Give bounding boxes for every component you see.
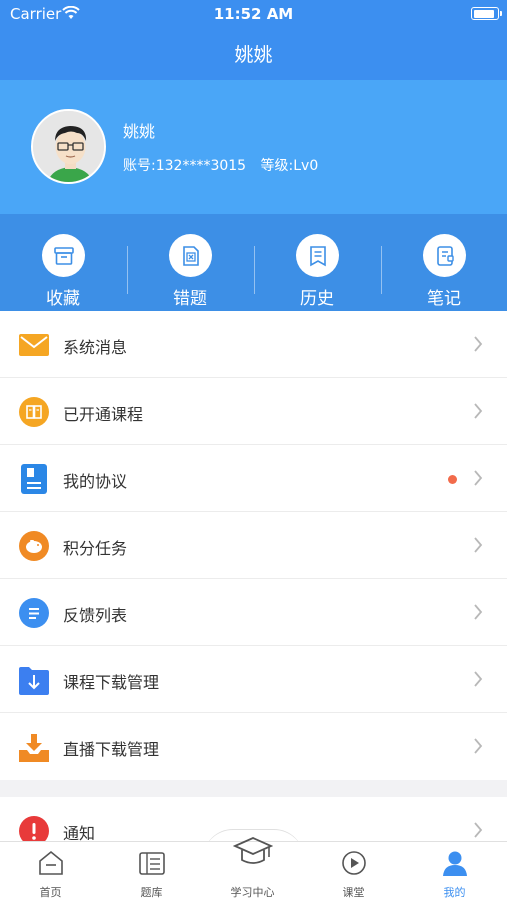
battery-icon [471,7,502,20]
play-icon [339,848,369,878]
download-folder-icon [19,665,49,695]
menu-item-points-tasks[interactable]: 积分任务 [0,512,507,579]
menu-label: 反馈列表 [63,606,128,625]
tab-question-bank[interactable]: 题库 [101,842,202,900]
clock: 11:52 AM [213,5,294,23]
history-icon [296,234,339,277]
account-number: 账号:132****3015 [123,158,247,174]
menu-item-my-agreements[interactable]: 我的协议 [0,445,507,512]
chevron-right-icon [473,536,483,558]
home-icon [36,848,66,878]
quick-label: 历史 [300,289,334,309]
user-level: 等级:Lv0 [260,158,319,174]
quick-label: 笔记 [427,289,461,309]
quick-label: 错题 [173,289,207,309]
menu-item-opened-courses[interactable]: 已开通课程 [0,378,507,445]
tab-label: 我的 [443,886,466,899]
status-bar: Carrier 11:52 AM [0,0,507,28]
menu-item-feedback-list[interactable]: 反馈列表 [0,579,507,646]
user-icon [440,848,470,878]
chevron-right-icon [473,737,483,759]
quick-label: 收藏 [46,289,80,309]
tab-label: 首页 [39,886,62,899]
mail-icon [19,330,49,360]
quick-actions-bar: 收藏 错题 历史 笔记 [0,214,507,311]
quick-wrong-questions[interactable]: 错题 [127,214,253,311]
quick-favorites[interactable]: 收藏 [0,214,126,311]
chevron-right-icon [473,469,483,491]
menu-item-course-downloads[interactable]: 课程下载管理 [0,646,507,713]
quick-notes[interactable]: 笔记 [381,214,507,311]
quick-history[interactable]: 历史 [254,214,380,311]
page-title: 姚姚 [234,44,273,66]
avatar[interactable] [31,109,106,184]
chevron-right-icon [473,402,483,424]
menu-label: 积分任务 [63,539,128,558]
profile-header[interactable]: 姚姚 账号:132****3015 等级:Lv0 [0,80,507,214]
tab-label: 题库 [140,886,163,899]
tab-learning-center[interactable]: 学习中心 [202,837,303,900]
tab-bar: 首页 题库 学习中心 课堂 我的 [0,837,507,900]
archive-icon [42,234,85,277]
piggy-bank-icon [19,531,49,561]
menu-label: 系统消息 [63,338,128,357]
notebook-icon [423,234,466,277]
chevron-right-icon [473,335,483,357]
menu-label: 已开通课程 [63,405,144,424]
download-tray-icon [19,732,49,762]
tab-classroom[interactable]: 课堂 [303,842,404,900]
book-icon [19,397,49,427]
settings-menu: 系统消息 已开通课程 我的协议 积分任务 反馈列表 课程下载管理 直播下载管理 [0,311,507,780]
menu-item-live-downloads[interactable]: 直播下载管理 [0,713,507,780]
menu-label: 直播下载管理 [63,740,160,759]
notification-dot [448,475,457,484]
wrong-question-icon [169,234,212,277]
chevron-right-icon [473,821,483,843]
tab-mine[interactable]: 我的 [404,842,505,900]
tab-home[interactable]: 首页 [0,842,101,900]
nav-bar: 姚姚 [0,28,507,80]
menu-label: 课程下载管理 [63,673,160,692]
menu-label: 我的协议 [63,472,128,491]
chevron-right-icon [473,603,483,625]
chevron-right-icon [473,670,483,692]
tab-label: 课堂 [342,886,365,899]
question-bank-icon [137,848,167,878]
username: 姚姚 [123,122,156,141]
tab-label: 学习中心 [230,886,275,899]
agreement-icon [19,464,49,494]
feedback-icon [19,598,49,628]
account-info: 账号:132****3015 等级:Lv0 [123,155,328,175]
graduation-cap-icon [232,832,274,872]
menu-item-system-messages[interactable]: 系统消息 [0,311,507,378]
